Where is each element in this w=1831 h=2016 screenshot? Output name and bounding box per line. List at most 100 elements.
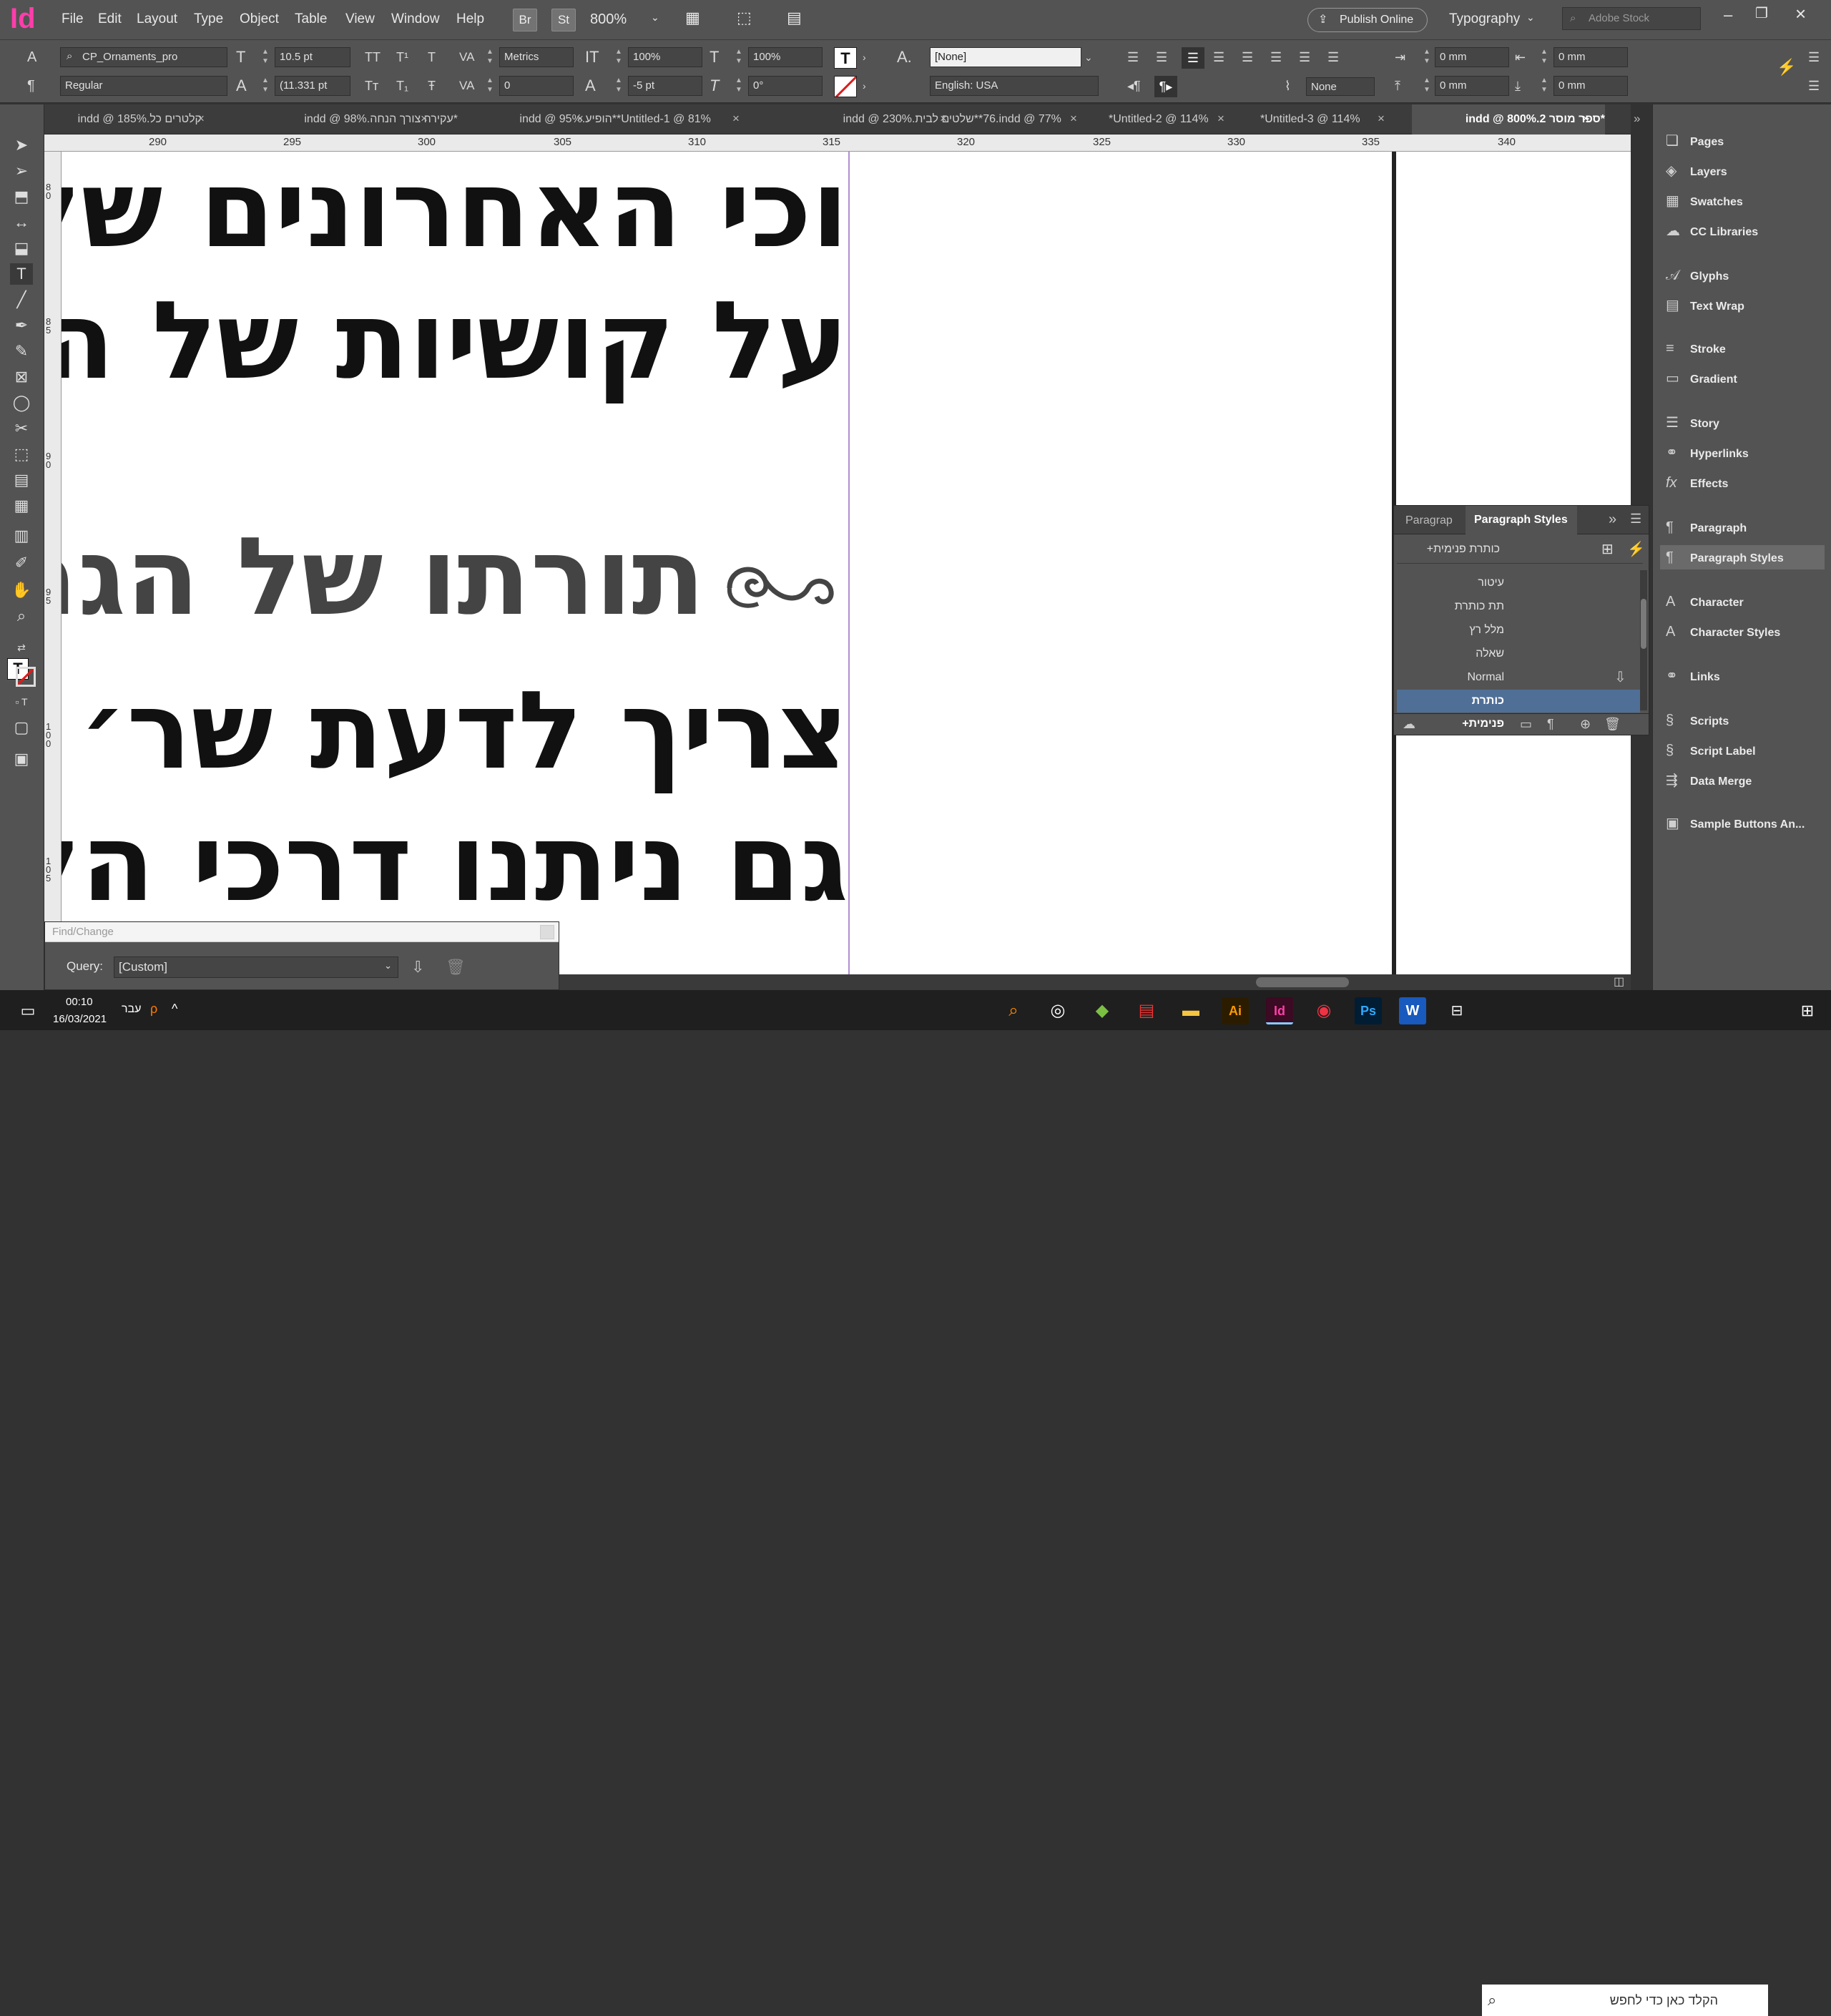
all-caps-icon[interactable]: TT: [365, 47, 381, 67]
search-app-icon[interactable]: ⌕: [1000, 997, 1027, 1024]
strikethrough-icon[interactable]: Ŧ: [428, 76, 436, 96]
double-chevron-right-icon[interactable]: »: [1634, 104, 1640, 133]
text-stroke-none-icon[interactable]: [834, 76, 857, 97]
baseline-shift-field[interactable]: -5 pt: [628, 76, 702, 96]
space-before-stepper[interactable]: ▲ ▼: [1422, 76, 1432, 96]
paragraph-style-item-selected[interactable]: כותרת פנימית+: [1397, 690, 1640, 730]
screen-mode-icon[interactable]: ⬚: [737, 9, 752, 27]
view-options-icon[interactable]: ▦: [685, 9, 700, 27]
ime-icon[interactable]: ρ: [150, 1002, 157, 1017]
restore-icon[interactable]: ❐: [1755, 4, 1768, 22]
gradient-feather-tool-icon[interactable]: ▦: [10, 495, 33, 517]
gap-tool-icon[interactable]: ↔: [10, 212, 33, 233]
menu-table[interactable]: Table: [295, 11, 327, 27]
align-towards-spine-icon[interactable]: ☰: [1327, 47, 1339, 67]
tracking-field[interactable]: 0: [499, 76, 574, 96]
find-change-titlebar[interactable]: Find/Change: [45, 922, 559, 942]
close-icon[interactable]: ×: [1795, 3, 1806, 25]
panel-scrollbar[interactable]: [1640, 570, 1647, 710]
photoshop-icon[interactable]: Ps: [1355, 997, 1382, 1024]
save-query-icon[interactable]: ⇩: [411, 958, 424, 977]
new-style-icon[interactable]: ⊕: [1580, 717, 1591, 732]
superscript-icon[interactable]: T¹: [396, 47, 408, 67]
skew-field[interactable]: 0°: [748, 76, 823, 96]
panel-menu-icon[interactable]: ☰: [1630, 512, 1641, 527]
layout-toggle-icon[interactable]: ◫: [1614, 974, 1624, 989]
tab-document[interactable]: *Untitled-3 @ 114%: [1260, 104, 1418, 134]
tab-paragraph[interactable]: Paragrap: [1405, 514, 1453, 527]
chevron-down-icon[interactable]: ⌄: [1084, 47, 1093, 67]
line-tool-icon[interactable]: ╱: [10, 289, 33, 310]
free-transform-tool-icon[interactable]: ⬚: [10, 444, 33, 465]
font-family-field[interactable]: ⌕ CP_Ornaments_pro: [60, 47, 227, 67]
bridge-button[interactable]: Br: [513, 9, 537, 31]
baseline-shift-stepper[interactable]: ▲ ▼: [614, 76, 624, 96]
notification-icon[interactable]: ▭: [14, 997, 41, 1024]
justify-left-icon[interactable]: ☰: [1213, 47, 1224, 67]
dock-item-character[interactable]: A Character: [1666, 589, 1744, 614]
font-size-field[interactable]: 10.5 pt: [275, 47, 350, 67]
scrollbar-thumb[interactable]: [1256, 977, 1349, 987]
tab-paragraph-styles[interactable]: Paragraph Styles: [1466, 506, 1577, 534]
trash-icon[interactable]: 🗑: [1604, 717, 1621, 732]
clock-time[interactable]: 00:10: [66, 996, 93, 1008]
dock-item-paragraph-styles[interactable]: ¶ Paragraph Styles: [1660, 545, 1825, 569]
word-icon[interactable]: W: [1399, 997, 1426, 1024]
paragraph-formatting-icon[interactable]: ¶: [27, 76, 35, 96]
publish-online-button[interactable]: ⇪ Publish Online: [1307, 8, 1428, 32]
space-after-field[interactable]: 0 mm: [1553, 76, 1628, 96]
input-language[interactable]: עבר: [122, 1003, 141, 1016]
minimize-icon[interactable]: –: [1724, 6, 1732, 24]
arrange-documents-icon[interactable]: ▤: [787, 9, 802, 27]
tab-document[interactable]: *Untitled-2 @ 114%: [1109, 104, 1260, 134]
align-left-icon[interactable]: ☰: [1127, 47, 1139, 67]
dock-item-gradient[interactable]: ▭ Gradient: [1666, 366, 1737, 391]
close-icon[interactable]: ×: [1217, 104, 1224, 133]
dock-item-layers[interactable]: ◈ Layers: [1666, 159, 1727, 183]
menu-help[interactable]: Help: [456, 11, 484, 27]
panel-menu-icon[interactable]: ☰: [1808, 76, 1820, 96]
small-caps-icon[interactable]: Tт: [365, 76, 378, 96]
dock-item-pages[interactable]: ❏ Pages: [1666, 129, 1724, 153]
close-icon[interactable]: [540, 925, 554, 939]
dock-item-cc-libraries[interactable]: ☁ CC Libraries: [1666, 219, 1758, 243]
vertical-scale-stepper[interactable]: ▲ ▼: [614, 47, 624, 67]
pen-tool-icon[interactable]: ✒: [10, 315, 33, 336]
justify-center-icon[interactable]: ☰: [1242, 47, 1253, 67]
paragraph-style-item[interactable]: תת כותרת: [1397, 595, 1640, 618]
menu-layout[interactable]: Layout: [137, 11, 177, 27]
circle-app-icon[interactable]: ◎: [1044, 997, 1071, 1024]
dock-item-paragraph[interactable]: ¶ Paragraph: [1666, 515, 1747, 539]
pencil-tool-icon[interactable]: ✎: [10, 341, 33, 362]
rtl-direction-icon[interactable]: ¶▸: [1154, 76, 1177, 97]
chrome-icon[interactable]: ◉: [1310, 997, 1337, 1024]
font-size-stepper[interactable]: ▲ ▼: [260, 47, 270, 67]
paragraph-style-item[interactable]: עיטור: [1397, 572, 1640, 594]
clock-date[interactable]: 16/03/2021: [53, 1013, 107, 1025]
align-right-icon[interactable]: ☰: [1182, 47, 1204, 69]
layers-app-icon[interactable]: ◆: [1089, 997, 1116, 1024]
dock-item-swatches[interactable]: ▦ Swatches: [1666, 189, 1743, 213]
text-frame[interactable]: וכי האחרונים שלפנ על קושיות של הרא תורתו…: [62, 152, 848, 974]
menu-edit[interactable]: Edit: [98, 11, 122, 27]
eyedropper-tool-icon[interactable]: ✐: [10, 552, 33, 574]
zoom-level[interactable]: 800%: [590, 11, 627, 28]
horizontal-scale-stepper[interactable]: ▲ ▼: [734, 47, 744, 67]
kerning-field[interactable]: Metrics: [499, 47, 574, 67]
ltr-direction-icon[interactable]: ◂¶: [1127, 76, 1141, 96]
page-tool-icon[interactable]: ⬒: [10, 186, 33, 207]
character-formatting-icon[interactable]: A: [27, 47, 36, 67]
dock-item-story[interactable]: ☰ Story: [1666, 411, 1719, 435]
create-from-style-icon[interactable]: ⊞: [1601, 540, 1614, 558]
illustrator-icon[interactable]: Ai: [1222, 997, 1249, 1024]
left-indent-stepper[interactable]: ▲ ▼: [1422, 47, 1432, 67]
direct-selection-tool-icon[interactable]: ➢: [10, 160, 33, 182]
content-collector-icon[interactable]: ⬓: [10, 238, 33, 259]
trash-icon[interactable]: 🗑: [446, 958, 466, 977]
clear-overrides-icon[interactable]: ¶: [1547, 717, 1554, 732]
chevron-down-icon[interactable]: ⌄: [651, 11, 659, 24]
screen-mode-tool-icon[interactable]: ▣: [10, 748, 33, 770]
windows-search-box[interactable]: הקלד כאן כדי לחפש ⌕: [1482, 1985, 1768, 2016]
panel-menu-icon[interactable]: ☰: [1808, 47, 1820, 67]
dock-item-stroke[interactable]: ≡ Stroke: [1666, 336, 1726, 361]
